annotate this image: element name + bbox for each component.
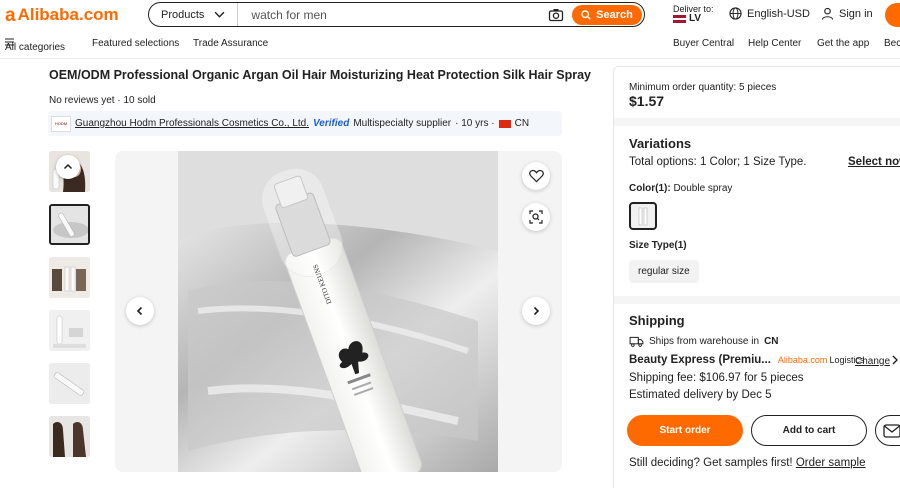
color-label-title: Color(1): <box>629 183 671 194</box>
add-to-cart-button[interactable]: Add to cart <box>751 415 867 446</box>
search-category-label: Products <box>161 8 205 21</box>
section-divider <box>614 296 900 304</box>
category-nav: All categories Featured selections Trade… <box>0 34 900 54</box>
language-currency-selector[interactable]: English-USD <box>729 7 810 20</box>
nav-buyer-central[interactable]: Buyer Central <box>673 38 734 49</box>
mail-icon <box>883 423 900 438</box>
supplier-years: · 10 yrs · <box>455 118 495 129</box>
scan-icon <box>529 210 543 224</box>
nav-become-supplier[interactable]: Bec <box>884 38 900 49</box>
user-icon <box>821 7 834 20</box>
deliver-country: LV <box>689 13 702 24</box>
chevron-right-icon[interactable] <box>891 354 900 366</box>
nav-featured-selections[interactable]: Featured selections <box>92 38 179 49</box>
all-categories-label: All categories <box>5 42 66 53</box>
total-options: Total options: 1 Color; 1 Size Type. <box>629 156 807 168</box>
thumbnail-image <box>49 416 90 457</box>
shipping-heading: Shipping <box>629 313 685 328</box>
change-shipping-link[interactable]: Change <box>855 356 890 367</box>
chevron-up-icon <box>63 163 73 170</box>
supplier-country: CN <box>514 118 530 129</box>
nav-help-center[interactable]: Help Center <box>748 38 801 49</box>
thumbnail-4[interactable] <box>49 310 90 351</box>
supplier-type: Multispecialty supplier <box>353 118 452 129</box>
search-category-dropdown[interactable]: Products <box>149 3 239 26</box>
supplier-bar: HODM Guangzhou Hodm Professionals Cosmet… <box>48 111 562 136</box>
camera-icon[interactable] <box>548 7 564 23</box>
main-product-image[interactable]: DITO KEUNS <box>115 151 562 472</box>
shipping-fee: Shipping fee: $106.97 for 5 pieces <box>629 372 804 384</box>
divider <box>0 58 900 59</box>
create-account-button[interactable] <box>885 3 900 27</box>
top-header: a Alibaba.com Products Search Deliver to… <box>0 0 900 30</box>
order-sample-link[interactable]: Order sample <box>796 457 866 469</box>
previous-image-button[interactable] <box>126 297 154 325</box>
carrier-brand: Alibaba.com <box>777 355 828 365</box>
thumbnail-3[interactable] <box>49 257 90 298</box>
search-bar: Products Search <box>148 2 645 27</box>
product-title: OEM/ODM Professional Organic Argan Oil H… <box>49 68 592 82</box>
image-search-button[interactable] <box>522 203 550 231</box>
select-now-link[interactable]: Select now <box>848 156 900 168</box>
latvia-flag-icon <box>673 15 686 23</box>
minimum-order-quantity: Minimum order quantity: 5 pieces <box>629 82 777 93</box>
chevron-left-icon <box>136 306 143 316</box>
thumbnail-6[interactable] <box>49 416 90 457</box>
alibaba-logo[interactable]: a Alibaba.com <box>5 5 119 25</box>
chevron-right-icon <box>533 306 540 316</box>
variations-heading: Variations <box>629 136 692 151</box>
language-currency-label: English-USD <box>747 7 810 20</box>
next-image-button[interactable] <box>522 297 550 325</box>
product-photo: DITO KEUNS <box>178 151 498 472</box>
supplier-name-link[interactable]: Guangzhou Hodm Professionals Cosmetics C… <box>75 118 309 129</box>
section-divider <box>614 118 900 126</box>
verified-badge[interactable]: Verified <box>313 118 349 129</box>
chevron-down-icon <box>215 11 225 18</box>
color-label: Color(1): Double spray <box>629 183 732 194</box>
thumbnail-5[interactable] <box>49 363 90 404</box>
swatch-thumbnail <box>632 205 654 227</box>
search-input[interactable] <box>238 7 548 22</box>
search-button-label: Search <box>596 8 633 21</box>
chat-now-button[interactable] <box>875 415 900 446</box>
samples-text: Still deciding? Get samples first! <box>629 457 793 469</box>
globe-icon <box>729 7 742 20</box>
all-categories-menu[interactable]: All categories <box>5 38 65 53</box>
supplier-logo[interactable]: HODM <box>51 115 71 132</box>
nav-trade-assurance[interactable]: Trade Assurance <box>193 38 268 49</box>
ships-from-country: CN <box>764 336 779 347</box>
carrier-name: Beauty Express (Premiu... <box>629 354 771 366</box>
add-to-favorites-button[interactable] <box>522 162 550 190</box>
estimated-delivery: Estimated delivery by Dec 5 <box>629 389 772 401</box>
search-icon <box>581 9 591 20</box>
thumbnails-scroll-up-button[interactable] <box>56 155 80 179</box>
ships-from: Ships from warehouse in CN <box>629 336 779 347</box>
thumbnail-image <box>49 257 90 298</box>
color-swatch-double-spray[interactable] <box>629 202 657 230</box>
logo-text: Alibaba.com <box>17 5 119 24</box>
ships-from-label: Ships from warehouse in <box>649 336 760 347</box>
china-flag-icon <box>498 119 511 128</box>
thumbnail-2-selected[interactable] <box>49 204 90 245</box>
reviews-sold-count: No reviews yet · 10 sold <box>49 95 156 106</box>
search-button[interactable]: Search <box>572 4 642 25</box>
heart-icon <box>528 169 544 183</box>
thumbnail-image <box>51 206 88 243</box>
samples-prompt: Still deciding? Get samples first! Order… <box>629 457 866 469</box>
truck-icon <box>629 336 644 347</box>
shipping-carrier: Beauty Express (Premiu... Alibaba.com Lo… <box>629 354 864 366</box>
start-order-button[interactable]: Start order <box>627 415 743 446</box>
size-option-regular[interactable]: regular size <box>629 260 699 283</box>
thumbnail-image <box>49 310 90 351</box>
deliver-to[interactable]: Deliver to: LV <box>673 4 714 24</box>
product-price: $1.57 <box>629 93 665 109</box>
color-value: Double spray <box>673 183 733 194</box>
size-type-label: Size Type(1) <box>629 240 687 251</box>
thumbnail-image <box>49 363 90 404</box>
sign-in-link[interactable]: Sign in <box>821 7 873 20</box>
nav-get-the-app[interactable]: Get the app <box>817 38 869 49</box>
sign-in-label: Sign in <box>839 7 873 20</box>
alibaba-logo-icon: a <box>5 4 16 26</box>
